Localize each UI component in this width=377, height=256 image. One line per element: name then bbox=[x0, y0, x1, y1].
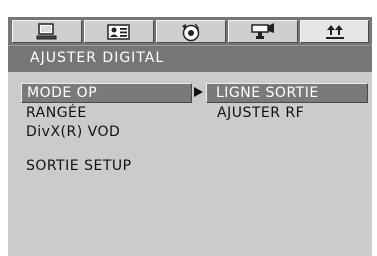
tab-language[interactable] bbox=[84, 20, 154, 43]
menu-item-label: SORTIE SETUP bbox=[26, 158, 132, 174]
section-title: AJUSTER DIGITAL bbox=[30, 50, 165, 66]
speaker-disc-icon bbox=[182, 23, 200, 41]
video-camera-icon bbox=[251, 22, 274, 39]
submenu-item-label: LIGNE SORTIE bbox=[216, 85, 319, 101]
id-card-icon bbox=[107, 23, 130, 40]
menu-item-rangee[interactable]: RANGÉE bbox=[26, 104, 87, 122]
menu-item-mode-op[interactable]: MODE OP bbox=[21, 83, 192, 103]
menu-item-label: MODE OP bbox=[27, 85, 98, 101]
menu-item-label: DivX(R) VOD bbox=[26, 124, 121, 140]
computer-monitor-icon bbox=[36, 22, 57, 39]
tab-bar bbox=[8, 17, 372, 45]
sliders-arrows-icon bbox=[325, 24, 344, 39]
submenu-arrow-icon bbox=[194, 87, 203, 97]
osd-screen: AJUSTER DIGITAL MODE OP RANGÉE DivX(R) V… bbox=[8, 17, 372, 256]
tab-video[interactable] bbox=[228, 20, 298, 43]
section-header: AJUSTER DIGITAL bbox=[8, 45, 372, 72]
tab-system[interactable] bbox=[12, 20, 82, 43]
tab-audio[interactable] bbox=[156, 20, 226, 43]
submenu-item-label: AJUSTER RF bbox=[217, 105, 305, 121]
menu-item-label: RANGÉE bbox=[26, 105, 87, 121]
menu-item-divx-vod[interactable]: DivX(R) VOD bbox=[26, 123, 120, 141]
tab-digital[interactable] bbox=[300, 20, 369, 43]
submenu-item-ligne-sortie[interactable]: LIGNE SORTIE bbox=[206, 83, 368, 103]
menu-item-sortie-setup[interactable]: SORTIE SETUP bbox=[26, 157, 132, 175]
submenu-item-ajuster-rf[interactable]: AJUSTER RF bbox=[217, 104, 304, 122]
